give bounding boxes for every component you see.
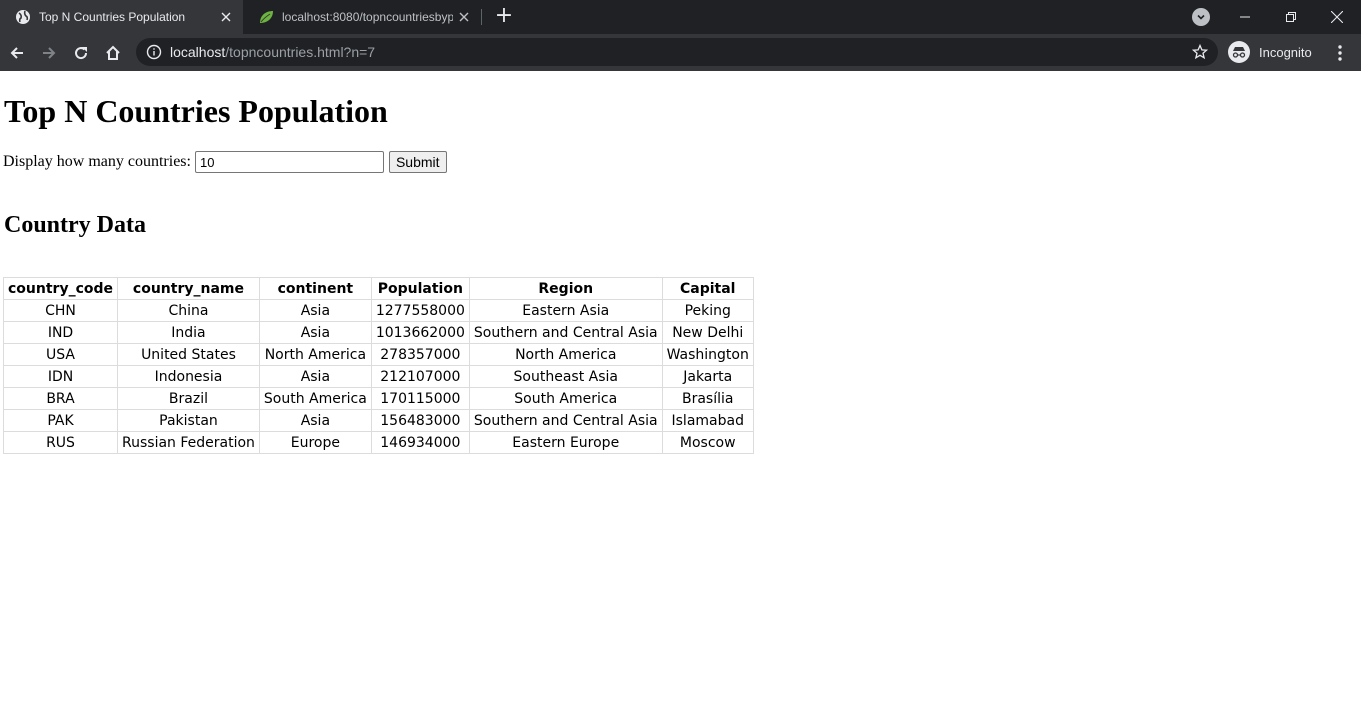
table-cell: Brazil <box>117 387 260 410</box>
table-cell: Europe <box>258 431 372 454</box>
count-input[interactable] <box>194 151 384 173</box>
table-cell: 1013662000 <box>370 321 470 344</box>
table-cell: Asia <box>258 409 372 432</box>
close-tab-icon[interactable] <box>215 6 237 28</box>
table-cell: Russian Federation <box>117 431 260 454</box>
table-cell: RUS <box>2 431 119 454</box>
table-cell: USA <box>2 343 119 366</box>
table-cell: United States <box>117 343 260 366</box>
incognito-indicator[interactable]: Incognito <box>1228 38 1320 66</box>
table-cell: North America <box>468 343 663 366</box>
table-cell: South America <box>258 387 372 410</box>
tab-inactive[interactable]: localhost:8080/topncountriesbyp <box>243 0 481 34</box>
address-host: localhost <box>170 44 226 60</box>
table-cell: Brasília <box>661 387 754 410</box>
table-cell: 146934000 <box>370 431 470 454</box>
column-header: country_code <box>2 277 119 300</box>
table-row: BRA Brazil South America 170115000 South… <box>2 387 754 410</box>
incognito-label: Incognito <box>1259 44 1312 60</box>
table-row: IND India Asia 1013662000 Southern and C… <box>2 321 754 344</box>
info-icon[interactable] <box>146 44 162 60</box>
table-cell: CHN <box>2 299 119 322</box>
table-cell: Indonesia <box>117 365 260 388</box>
table-row: USA United States North America 27835700… <box>2 343 754 366</box>
table-cell: 278357000 <box>370 343 470 366</box>
address-bar[interactable]: localhost/topncountries.html?n=7 <box>136 38 1218 66</box>
toolbar: localhost/topncountries.html?n=7 Incogni… <box>0 34 1361 71</box>
table-cell: 212107000 <box>370 365 470 388</box>
minimize-icon[interactable] <box>1222 0 1268 34</box>
table-cell: Washington <box>661 343 754 366</box>
home-icon[interactable] <box>99 39 127 67</box>
tab-search-icon[interactable] <box>1192 8 1210 26</box>
table-cell: 156483000 <box>370 409 470 432</box>
close-tab-icon[interactable] <box>453 6 475 28</box>
menu-dots-icon[interactable] <box>1330 39 1350 67</box>
page-title: Top N Countries Population <box>4 93 388 129</box>
tab-active[interactable]: Top N Countries Population <box>0 0 243 34</box>
new-tab-button[interactable]: + <box>494 5 514 28</box>
table-cell: Moscow <box>661 431 754 454</box>
table-row: RUS Russian Federation Europe 146934000 … <box>2 431 754 454</box>
tab-separator <box>481 9 482 25</box>
column-header: country_name <box>117 277 260 300</box>
reload-icon[interactable] <box>67 39 95 67</box>
column-header: continent <box>258 277 372 300</box>
table-cell: Eastern Asia <box>468 299 663 322</box>
table-cell: 170115000 <box>370 387 470 410</box>
section-title: Country Data <box>4 212 146 238</box>
table-row: CHN China Asia 1277558000 Eastern Asia P… <box>2 299 754 322</box>
country-table: country_code country_name continent Popu… <box>2 277 754 454</box>
column-header: Region <box>468 277 663 300</box>
column-header: Population <box>370 277 470 300</box>
table-cell: PAK <box>2 409 119 432</box>
table-cell: North America <box>258 343 372 366</box>
table-cell: Islamabad <box>661 409 754 432</box>
table-cell: Jakarta <box>661 365 754 388</box>
table-cell: IND <box>2 321 119 344</box>
table-cell: Asia <box>258 321 372 344</box>
table-cell: China <box>117 299 260 322</box>
table-cell: Southeast Asia <box>468 365 663 388</box>
tab-strip: Top N Countries Population localhost:808… <box>0 0 1361 34</box>
tab-title: localhost:8080/topncountriesbyp <box>282 10 453 24</box>
table-header-row: country_code country_name continent Popu… <box>2 277 754 300</box>
country-count-form: Display how many countries: Submit <box>3 151 447 173</box>
table-cell: Southern and Central Asia <box>468 321 663 344</box>
tab-title: Top N Countries Population <box>39 10 186 24</box>
table-cell: India <box>117 321 260 344</box>
table-row: IDN Indonesia Asia 212107000 Southeast A… <box>2 365 754 388</box>
back-icon[interactable] <box>3 39 31 67</box>
column-header: Capital <box>661 277 754 300</box>
address-path: /topncountries.html?n=7 <box>225 44 376 60</box>
incognito-icon <box>1228 41 1250 63</box>
table-cell: South America <box>468 387 663 410</box>
table-cell: Eastern Europe <box>468 431 663 454</box>
table-cell: New Delhi <box>661 321 754 344</box>
table-cell: BRA <box>2 387 119 410</box>
table-cell: IDN <box>2 365 119 388</box>
spring-leaf-icon <box>260 11 273 23</box>
table-cell: Southern and Central Asia <box>468 409 663 432</box>
table-cell: Asia <box>258 299 372 322</box>
submit-button[interactable]: Submit <box>388 151 447 173</box>
table-row: PAK Pakistan Asia 156483000 Southern and… <box>2 409 754 432</box>
table-cell: 1277558000 <box>370 299 470 322</box>
table-cell: Pakistan <box>117 409 260 432</box>
forward-icon[interactable] <box>35 39 63 67</box>
table-cell: Peking <box>661 299 754 322</box>
bookmark-star-icon[interactable] <box>1192 44 1208 60</box>
restore-icon[interactable] <box>1268 0 1314 34</box>
count-label: Display how many countries: <box>3 153 191 170</box>
table-cell: Asia <box>258 365 372 388</box>
page-content: Top N Countries Population Display how m… <box>0 71 1361 726</box>
globe-icon <box>16 10 30 24</box>
close-window-icon[interactable] <box>1314 0 1360 34</box>
